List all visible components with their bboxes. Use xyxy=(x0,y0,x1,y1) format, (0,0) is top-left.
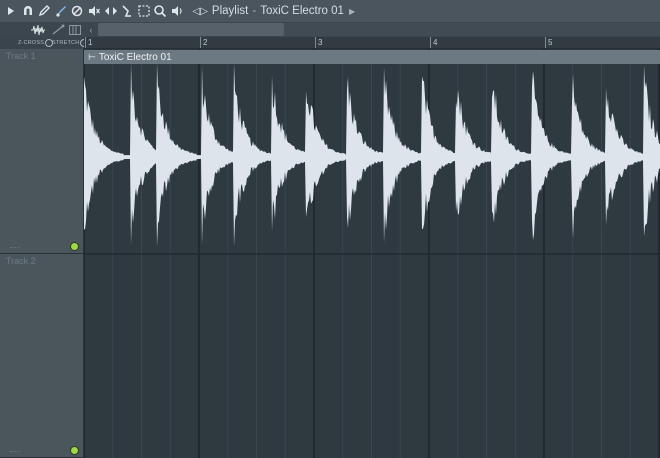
clip-waveform xyxy=(84,64,660,247)
timeline-ruler[interactable]: 1 2 3 4 5 xyxy=(84,37,660,49)
mute-icon[interactable] xyxy=(87,4,101,18)
track-name[interactable]: Track 1 xyxy=(6,51,36,61)
piano-icon[interactable] xyxy=(67,22,83,37)
ruler-bar-5[interactable]: 5 xyxy=(545,37,552,48)
magnet-icon[interactable] xyxy=(21,4,35,18)
ruler-bar-1[interactable]: 1 xyxy=(85,37,92,48)
toolbar: ◁▷ Playlist - ToxiC Electro 01 ▶ xyxy=(0,0,660,22)
title-prefix-icon: ◁▷ xyxy=(192,5,208,17)
pencil-icon[interactable] xyxy=(37,4,51,18)
clip-header[interactable]: ⊢ ToxiC Electro 01 xyxy=(84,50,660,64)
ruler-bar-4[interactable]: 4 xyxy=(430,37,437,48)
slip-icon[interactable] xyxy=(104,4,118,18)
zcross-label: Z-CROSS xyxy=(18,40,45,46)
ruler-bar-2[interactable]: 2 xyxy=(200,37,207,48)
pattern-title[interactable]: ToxiC Electro 01 xyxy=(260,5,344,17)
track-resize-handle[interactable] xyxy=(10,247,20,249)
horizontal-scrollbar-thumb[interactable] xyxy=(98,23,284,36)
zoom-icon[interactable] xyxy=(153,4,167,18)
paint-brush-icon[interactable] xyxy=(54,4,68,18)
title-arrow-icon[interactable]: ▶ xyxy=(349,7,355,16)
horizontal-scrollbar-track[interactable] xyxy=(284,23,660,36)
track-enable-led-icon[interactable] xyxy=(71,243,78,250)
track-resize-handle[interactable] xyxy=(10,451,20,453)
title-separator: - xyxy=(252,5,257,17)
arrow-right-icon[interactable] xyxy=(4,4,18,18)
stretch-toggle[interactable]: STRETCH xyxy=(52,38,89,48)
delete-icon[interactable] xyxy=(70,4,84,18)
stretch-tool-icon[interactable] xyxy=(50,22,66,37)
ruler-bar-3[interactable]: 3 xyxy=(315,37,322,48)
zcross-toggle[interactable]: Z-CROSS xyxy=(18,38,54,48)
playlist-title: ◁▷ Playlist - ToxiC Electro 01 ▶ xyxy=(193,5,356,17)
waveform-shape xyxy=(84,64,660,247)
select-icon[interactable] xyxy=(137,4,151,18)
scroll-left-button[interactable]: ‹ xyxy=(84,23,98,36)
title-prefix: Playlist xyxy=(211,5,249,17)
track-header-1[interactable]: Track 1 xyxy=(0,49,84,254)
audio-wave-icon[interactable] xyxy=(30,22,46,37)
clip-name: ToxiC Electro 01 xyxy=(98,51,172,63)
audio-clip[interactable]: ⊢ ToxiC Electro 01 xyxy=(84,50,660,254)
track-enable-led-icon[interactable] xyxy=(71,447,78,454)
track-header-2[interactable]: Track 2 xyxy=(0,254,84,458)
playback-icon[interactable] xyxy=(170,4,184,18)
track-name[interactable]: Track 2 xyxy=(6,256,36,266)
clip-menu-icon[interactable]: ⊢ xyxy=(88,52,96,63)
tool-row: ‹ xyxy=(0,22,660,37)
stretch-label: STRETCH xyxy=(52,40,80,46)
slice-icon[interactable] xyxy=(120,4,134,18)
